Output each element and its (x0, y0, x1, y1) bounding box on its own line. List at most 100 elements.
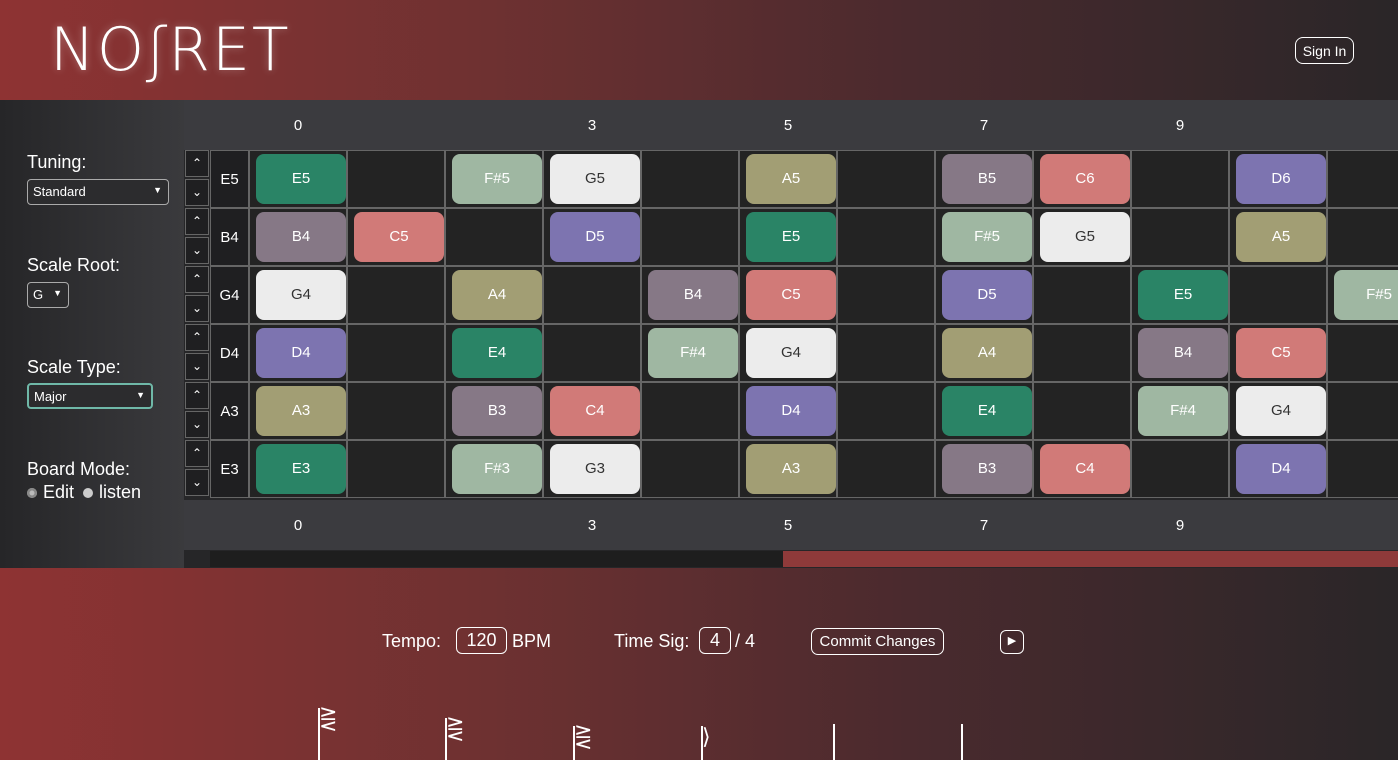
play-icon[interactable]: ▶ (1000, 630, 1024, 654)
note-marker[interactable]: E4 (452, 328, 542, 378)
fret-cell[interactable]: C4 (1033, 440, 1131, 498)
note-marker[interactable]: B4 (1138, 328, 1228, 378)
note-marker[interactable]: D6 (1236, 154, 1326, 204)
tune-up-icon[interactable]: ⌃ (185, 150, 209, 177)
tune-down-icon[interactable]: ⌄ (185, 411, 209, 438)
logo[interactable]: NOʃRET (50, 14, 291, 86)
fret-cell[interactable] (837, 382, 935, 440)
note-marker[interactable]: B5 (942, 154, 1032, 204)
fret-cell[interactable]: E4 (445, 324, 543, 382)
tune-down-icon[interactable]: ⌄ (185, 469, 209, 496)
fret-cell[interactable]: B4 (249, 208, 347, 266)
fret-cell[interactable] (1131, 150, 1229, 208)
fret-cell[interactable]: D4 (1229, 440, 1327, 498)
fret-cell[interactable]: D4 (249, 324, 347, 382)
note-marker[interactable]: E5 (1138, 270, 1228, 320)
fret-cell[interactable] (1229, 266, 1327, 324)
fret-cell[interactable] (1327, 150, 1398, 208)
fret-cell[interactable]: C5 (739, 266, 837, 324)
note-marker[interactable]: F#4 (648, 328, 738, 378)
note-marker[interactable]: F#3 (452, 444, 542, 494)
fret-cell[interactable]: A3 (739, 440, 837, 498)
tune-up-icon[interactable]: ⌃ (185, 440, 209, 467)
note-marker[interactable]: G4 (746, 328, 836, 378)
note-marker[interactable]: E5 (746, 212, 836, 262)
note-marker[interactable]: C6 (1040, 154, 1130, 204)
note-marker[interactable]: E3 (256, 444, 346, 494)
fret-cell[interactable] (641, 382, 739, 440)
fret-cell[interactable]: E5 (249, 150, 347, 208)
fret-cell[interactable]: F#5 (935, 208, 1033, 266)
note-marker[interactable]: G4 (256, 270, 346, 320)
fret-cell[interactable]: F#5 (445, 150, 543, 208)
note-marker[interactable]: A3 (256, 386, 346, 436)
radio-listen[interactable] (83, 487, 94, 498)
fret-cell[interactable]: G5 (543, 150, 641, 208)
fret-cell[interactable] (1327, 208, 1398, 266)
fret-cell[interactable] (1327, 440, 1398, 498)
fret-cell[interactable]: D5 (935, 266, 1033, 324)
fret-cell[interactable] (1131, 440, 1229, 498)
note-marker[interactable]: B4 (256, 212, 346, 262)
fret-cell[interactable]: C4 (543, 382, 641, 440)
note-marker[interactable]: B4 (648, 270, 738, 320)
note-marker[interactable]: C4 (1040, 444, 1130, 494)
note-marker[interactable]: F#5 (942, 212, 1032, 262)
fret-cell[interactable]: E3 (249, 440, 347, 498)
tune-down-icon[interactable]: ⌄ (185, 295, 209, 322)
note-marker[interactable]: D4 (746, 386, 836, 436)
note-marker[interactable]: E4 (942, 386, 1032, 436)
note-marker[interactable]: A5 (1236, 212, 1326, 262)
tempo-input[interactable]: 120 (456, 627, 507, 654)
fret-cell[interactable]: A5 (739, 150, 837, 208)
tune-up-icon[interactable]: ⌃ (185, 266, 209, 293)
note-marker[interactable]: D4 (256, 328, 346, 378)
fret-cell[interactable]: F#4 (641, 324, 739, 382)
note-marker[interactable]: F#4 (1138, 386, 1228, 436)
note-marker[interactable]: C4 (550, 386, 640, 436)
fret-cell[interactable]: A4 (935, 324, 1033, 382)
time-sig-input[interactable]: 4 (699, 627, 731, 654)
fret-cell[interactable] (837, 150, 935, 208)
note-marker[interactable]: A4 (942, 328, 1032, 378)
fret-cell[interactable]: A4 (445, 266, 543, 324)
fret-cell[interactable] (1327, 382, 1398, 440)
note-marker[interactable]: G5 (550, 154, 640, 204)
fret-cell[interactable]: D4 (739, 382, 837, 440)
fret-cell[interactable] (543, 266, 641, 324)
fret-cell[interactable]: D5 (543, 208, 641, 266)
fret-cell[interactable]: D6 (1229, 150, 1327, 208)
note-marker[interactable]: D4 (1236, 444, 1326, 494)
fret-cell[interactable] (641, 150, 739, 208)
fret-cell[interactable] (347, 266, 445, 324)
note-marker[interactable]: F#5 (452, 154, 542, 204)
fret-cell[interactable]: B5 (935, 150, 1033, 208)
note-marker[interactable]: G3 (550, 444, 640, 494)
fret-cell[interactable]: E5 (1131, 266, 1229, 324)
radio-edit[interactable] (27, 487, 37, 498)
fret-cell[interactable]: B3 (445, 382, 543, 440)
note-marker[interactable]: B3 (452, 386, 542, 436)
fret-cell[interactable]: B3 (935, 440, 1033, 498)
note-marker[interactable]: C5 (1236, 328, 1326, 378)
fret-cell[interactable] (837, 440, 935, 498)
note-marker[interactable]: B3 (942, 444, 1032, 494)
note-marker[interactable]: A3 (746, 444, 836, 494)
tune-up-icon[interactable]: ⌃ (185, 382, 209, 409)
fret-cell[interactable]: A5 (1229, 208, 1327, 266)
scale-type-select[interactable]: Major ▼ (27, 383, 153, 409)
fret-cell[interactable]: G3 (543, 440, 641, 498)
note-marker[interactable]: A5 (746, 154, 836, 204)
fret-cell[interactable] (837, 324, 935, 382)
tune-down-icon[interactable]: ⌄ (185, 237, 209, 264)
sign-in-button[interactable]: Sign In (1295, 37, 1354, 64)
fret-cell[interactable] (543, 324, 641, 382)
note-marker[interactable]: G5 (1040, 212, 1130, 262)
fret-cell[interactable] (347, 382, 445, 440)
fret-cell[interactable] (837, 208, 935, 266)
fret-cell[interactable] (1131, 208, 1229, 266)
tune-down-icon[interactable]: ⌄ (185, 179, 209, 206)
fret-cell[interactable] (347, 150, 445, 208)
fret-cell[interactable] (1327, 324, 1398, 382)
tune-up-icon[interactable]: ⌃ (185, 324, 209, 351)
